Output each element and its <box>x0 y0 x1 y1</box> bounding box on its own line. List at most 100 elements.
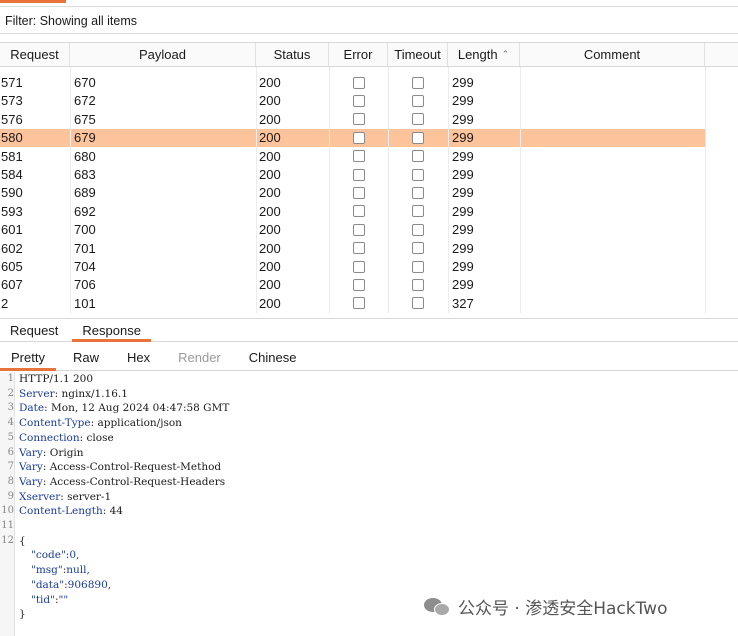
error-checkbox[interactable] <box>352 168 365 181</box>
header-value: { <box>19 534 26 547</box>
timeout-checkbox[interactable] <box>412 223 424 236</box>
json-line: "msg":null, <box>31 564 90 576</box>
tab-request[interactable]: Request <box>0 319 68 341</box>
table-row[interactable]: 605 704 200 299 <box>0 257 705 275</box>
error-checkbox[interactable] <box>352 150 365 163</box>
timeout-checkbox[interactable] <box>412 150 424 163</box>
table-row[interactable]: 571 670 200 299 <box>0 73 705 91</box>
cell-payload: 683 <box>74 167 96 183</box>
cell-status: 200 <box>259 259 281 275</box>
code-line: Content-Length: 44 <box>19 505 123 517</box>
column-label: Comment <box>583 47 641 62</box>
timeout-checkbox[interactable] <box>412 76 424 89</box>
timeout-checkbox[interactable] <box>412 242 424 255</box>
cell-error <box>329 257 388 275</box>
tab-raw[interactable]: Raw <box>62 344 110 370</box>
error-checkbox[interactable] <box>352 297 365 310</box>
results-table-header: Request Payload Status Error Timeout Len… <box>0 42 738 67</box>
line-number: 1 <box>7 373 14 384</box>
column-label: Error <box>343 47 373 62</box>
timeout-checkbox[interactable] <box>412 131 424 144</box>
table-row[interactable]: 602 701 200 299 <box>0 239 705 257</box>
tab-chinese[interactable]: Chinese <box>238 344 308 370</box>
table-row[interactable]: 607 706 200 299 <box>0 276 705 294</box>
table-row[interactable]: 590 689 200 299 <box>0 184 705 202</box>
column-header-error[interactable]: Error <box>329 43 388 66</box>
cell-comment <box>520 294 705 312</box>
filter-text: Filter: Showing all items <box>5 13 137 28</box>
cell-timeout <box>388 92 448 110</box>
column-label: Timeout <box>394 47 441 62</box>
column-header-payload[interactable]: Payload <box>70 43 256 66</box>
column-header-comment[interactable]: Comment <box>520 43 705 66</box>
cell-payload: 101 <box>74 295 96 311</box>
column-header-filler <box>705 43 738 66</box>
cell-timeout <box>388 129 448 147</box>
column-header-timeout[interactable]: Timeout <box>388 43 448 66</box>
cell-error <box>329 294 388 312</box>
tab-hex[interactable]: Hex <box>116 344 161 370</box>
column-header-length[interactable]: Length ⌃ <box>448 43 520 66</box>
cell-comment <box>520 110 705 128</box>
table-row[interactable]: 573 672 200 299 <box>0 92 705 110</box>
table-row[interactable]: 2 101 200 327 <box>0 294 705 312</box>
timeout-checkbox[interactable] <box>412 113 424 126</box>
header-value: 44 <box>106 505 123 518</box>
timeout-checkbox[interactable] <box>412 260 424 273</box>
error-checkbox[interactable] <box>352 113 365 126</box>
error-checkbox[interactable] <box>352 205 365 218</box>
column-label: Request <box>10 47 59 62</box>
timeout-checkbox[interactable] <box>412 297 424 310</box>
table-row[interactable]: 601 700 200 299 <box>0 221 705 239</box>
code-line: { <box>19 535 26 547</box>
line-number: 4 <box>7 417 14 429</box>
table-row[interactable]: 580 679 200 299 <box>0 128 705 147</box>
timeout-checkbox[interactable] <box>412 186 424 199</box>
tab-response[interactable]: Response <box>72 319 151 342</box>
error-checkbox[interactable] <box>352 186 365 199</box>
cell-error <box>329 165 388 183</box>
json-key: "msg" <box>31 564 63 577</box>
cell-request: 2 <box>1 295 9 311</box>
cell-status: 200 <box>259 240 281 256</box>
timeout-checkbox[interactable] <box>412 168 424 181</box>
column-header-status[interactable]: Status <box>256 43 329 66</box>
timeout-checkbox[interactable] <box>412 94 424 107</box>
column-divider <box>329 67 330 313</box>
error-checkbox[interactable] <box>352 94 365 107</box>
column-header-request[interactable]: Request <box>0 43 70 66</box>
cell-timeout <box>388 294 448 312</box>
code-line: Vary: Access-Control-Request-Headers <box>19 476 225 488</box>
timeout-checkbox[interactable] <box>412 278 424 291</box>
cell-request: 605 <box>1 259 23 275</box>
cell-request: 607 <box>1 277 23 293</box>
cell-status: 200 <box>259 203 281 219</box>
cell-status: 200 <box>259 222 281 238</box>
view-tabs: Pretty Raw Hex Render Chinese <box>0 344 738 371</box>
error-checkbox[interactable] <box>352 76 365 89</box>
error-checkbox[interactable] <box>352 131 365 144</box>
cell-length: 299 <box>452 111 474 127</box>
table-row[interactable]: 593 692 200 299 <box>0 202 705 220</box>
error-checkbox[interactable] <box>352 278 365 291</box>
column-label: Payload <box>139 47 186 62</box>
header-value: nginx/1.16.1 <box>58 387 128 400</box>
top-divider <box>0 6 738 7</box>
filter-bar[interactable]: Filter: Showing all items <box>0 8 738 34</box>
cell-timeout <box>388 276 448 294</box>
code-line: Vary: Origin <box>19 447 84 459</box>
line-number: 10 <box>1 505 14 517</box>
cell-payload: 689 <box>74 185 96 201</box>
cell-timeout <box>388 221 448 239</box>
table-row[interactable]: 576 675 200 299 <box>0 110 705 128</box>
error-checkbox[interactable] <box>352 223 365 236</box>
table-row[interactable]: 584 683 200 299 <box>0 165 705 183</box>
error-checkbox[interactable] <box>352 260 365 273</box>
cell-request: 593 <box>1 203 23 219</box>
table-row[interactable]: 581 680 200 299 <box>0 147 705 165</box>
cell-status: 200 <box>259 93 281 109</box>
tab-pretty[interactable]: Pretty <box>0 344 56 371</box>
cell-comment <box>520 184 705 202</box>
error-checkbox[interactable] <box>352 242 365 255</box>
timeout-checkbox[interactable] <box>412 205 424 218</box>
